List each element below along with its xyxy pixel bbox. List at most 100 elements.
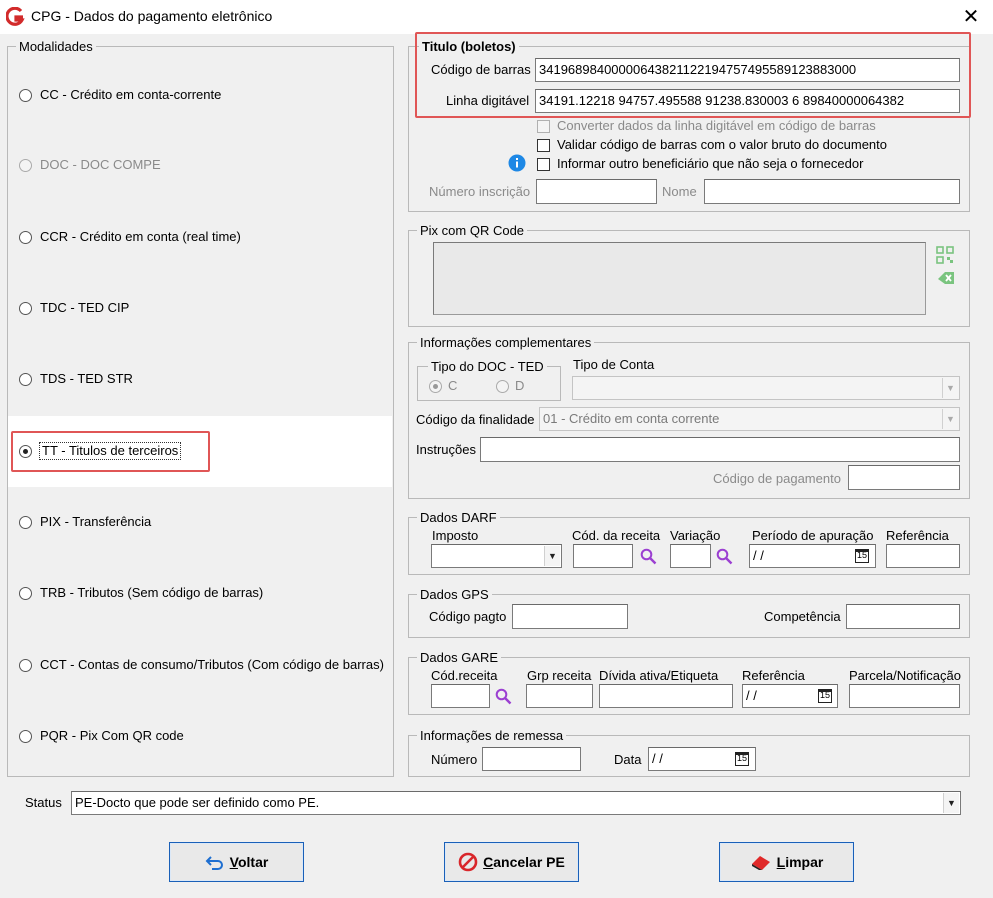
- eraser-icon: [751, 856, 770, 870]
- tipo-doc-label: Tipo do DOC - TED: [428, 359, 547, 374]
- gps-competencia-input[interactable]: [846, 604, 960, 629]
- gare-divida-label: Dívida ativa/Etiqueta: [599, 668, 719, 683]
- calendar-icon[interactable]: 15: [735, 752, 749, 766]
- darf-referencia-label: Referência: [886, 528, 949, 543]
- modalidade-tds[interactable]: TDS - TED STR: [19, 371, 379, 389]
- informar-label: Informar outro beneficiário que não seja…: [557, 156, 864, 171]
- label-cct: CCT - Contas de consumo/Tributos (Com có…: [40, 657, 384, 672]
- complementares-label: Informações complementares: [417, 335, 595, 350]
- status-label: Status: [25, 795, 62, 810]
- modalidade-trb[interactable]: TRB - Tributos (Sem código de barras): [19, 585, 379, 603]
- remessa-label: Informações de remessa: [417, 728, 567, 743]
- label-trb: TRB - Tributos (Sem código de barras): [40, 585, 264, 600]
- validar-checkbox[interactable]: [537, 139, 550, 152]
- radio-tds[interactable]: [19, 373, 32, 386]
- radio-pqr[interactable]: [19, 730, 32, 743]
- radio-tipo-d[interactable]: [496, 380, 509, 393]
- modalidade-pqr[interactable]: PQR - Pix Com QR code: [19, 728, 379, 746]
- nome-input[interactable]: [704, 179, 960, 204]
- converter-checkbox[interactable]: [537, 120, 550, 133]
- gare-cod-receita-input[interactable]: [431, 684, 490, 708]
- search-icon[interactable]: [716, 548, 733, 565]
- modalidade-pix[interactable]: PIX - Transferência: [19, 514, 379, 532]
- tipo-conta-label: Tipo de Conta: [573, 357, 655, 372]
- pix-clear-icon[interactable]: [936, 270, 956, 286]
- gps-label: Dados GPS: [417, 587, 492, 602]
- modalidade-doc[interactable]: DOC - DOC COMPE: [19, 157, 379, 175]
- radio-ccr[interactable]: [19, 231, 32, 244]
- undo-arrow-icon: [205, 856, 223, 870]
- nome-label: Nome: [662, 184, 697, 199]
- gps-codigo-label: Código pagto: [429, 609, 507, 624]
- gare-parcela-input[interactable]: [849, 684, 960, 708]
- qr-code-icon[interactable]: [936, 246, 954, 264]
- label-cc: CC - Crédito em conta-corrente: [40, 87, 222, 102]
- gare-referencia-value: / /: [746, 688, 757, 703]
- darf-label: Dados DARF: [417, 510, 500, 525]
- label-pix: PIX - Transferência: [40, 514, 152, 529]
- remessa-numero-label: Número: [431, 752, 478, 767]
- radio-doc[interactable]: [19, 159, 32, 172]
- limpar-label: Limpar: [776, 854, 824, 870]
- label-tds: TDS - TED STR: [40, 371, 133, 386]
- darf-referencia-input[interactable]: [886, 544, 960, 568]
- gps-codigo-input[interactable]: [512, 604, 628, 629]
- codigo-pagamento-input[interactable]: [848, 465, 960, 490]
- instrucoes-input[interactable]: [480, 437, 960, 462]
- gare-parcela-label: Parcela/Notificação: [849, 668, 961, 683]
- gare-grp-receita-input[interactable]: [526, 684, 593, 708]
- instrucoes-label: Instruções: [416, 442, 476, 457]
- voltar-button[interactable]: Voltar: [169, 842, 304, 882]
- converter-label: Converter dados da linha digitável em có…: [557, 118, 876, 133]
- finalidade-label: Código da finalidade: [416, 412, 535, 427]
- modalidade-cc[interactable]: CC - Crédito em conta-corrente: [19, 87, 379, 105]
- pix-qr-textarea[interactable]: [433, 242, 926, 315]
- modalidade-cct[interactable]: CCT - Contas de consumo/Tributos (Com có…: [19, 657, 389, 675]
- radio-tt[interactable]: [19, 445, 32, 458]
- calendar-icon[interactable]: 15: [855, 549, 869, 563]
- gare-referencia-label: Referência: [742, 668, 805, 683]
- remessa-numero-input[interactable]: [482, 747, 581, 771]
- tipo-conta-select[interactable]: ▼: [572, 376, 960, 400]
- cancelar-label: Cancelar PE: [483, 854, 565, 870]
- darf-variacao-input[interactable]: [670, 544, 711, 568]
- modalidade-tt[interactable]: TT - Titulos de terceiros: [19, 442, 204, 461]
- chevron-down-icon[interactable]: ▼: [942, 378, 958, 398]
- radio-tdc[interactable]: [19, 302, 32, 315]
- numero-inscricao-input[interactable]: [536, 179, 657, 204]
- darf-periodo-value: / /: [753, 548, 764, 563]
- finalidade-select[interactable]: 01 - Crédito em conta corrente ▼: [539, 407, 960, 431]
- cancelar-pe-button[interactable]: Cancelar PE: [444, 842, 579, 882]
- chevron-down-icon[interactable]: ▼: [942, 409, 958, 429]
- radio-trb[interactable]: [19, 587, 32, 600]
- modalidade-tdc[interactable]: TDC - TED CIP: [19, 300, 379, 318]
- gare-divida-input[interactable]: [599, 684, 733, 708]
- calendar-icon[interactable]: 15: [818, 689, 832, 703]
- codigo-barras-input[interactable]: 3419689840000064382112219475749558912388…: [535, 58, 960, 82]
- titulo-label: Titulo (boletos): [419, 39, 519, 54]
- linha-digitavel-input[interactable]: 34191.12218 94757.495588 91238.830003 6 …: [535, 89, 960, 113]
- modalidade-ccr[interactable]: CCR - Crédito em conta (real time): [19, 229, 379, 247]
- informar-checkbox[interactable]: [537, 158, 550, 171]
- cancel-circle-icon: [458, 852, 478, 872]
- chevron-down-icon[interactable]: ▼: [943, 793, 959, 813]
- info-icon[interactable]: [508, 154, 526, 172]
- pix-label: Pix com QR Code: [417, 223, 528, 238]
- darf-cod-receita-input[interactable]: [573, 544, 633, 568]
- app-logo-icon: [6, 7, 25, 26]
- search-icon[interactable]: [640, 548, 657, 565]
- gare-grp-receita-label: Grp receita: [527, 668, 592, 683]
- radio-tipo-c[interactable]: [429, 380, 442, 393]
- linha-digitavel-label: Linha digitável: [446, 93, 530, 108]
- radio-pix[interactable]: [19, 516, 32, 529]
- close-button[interactable]: ✕: [958, 4, 984, 30]
- darf-imposto-select[interactable]: ▼: [431, 544, 562, 568]
- voltar-label: Voltar: [229, 854, 269, 870]
- limpar-button[interactable]: Limpar: [719, 842, 854, 882]
- chevron-down-icon[interactable]: ▼: [544, 546, 560, 566]
- radio-cct[interactable]: [19, 659, 32, 672]
- status-select[interactable]: PE-Docto que pode ser definido como PE. …: [71, 791, 961, 815]
- finalidade-value: 01 - Crédito em conta corrente: [543, 411, 720, 426]
- search-icon[interactable]: [495, 688, 512, 705]
- radio-cc[interactable]: [19, 89, 32, 102]
